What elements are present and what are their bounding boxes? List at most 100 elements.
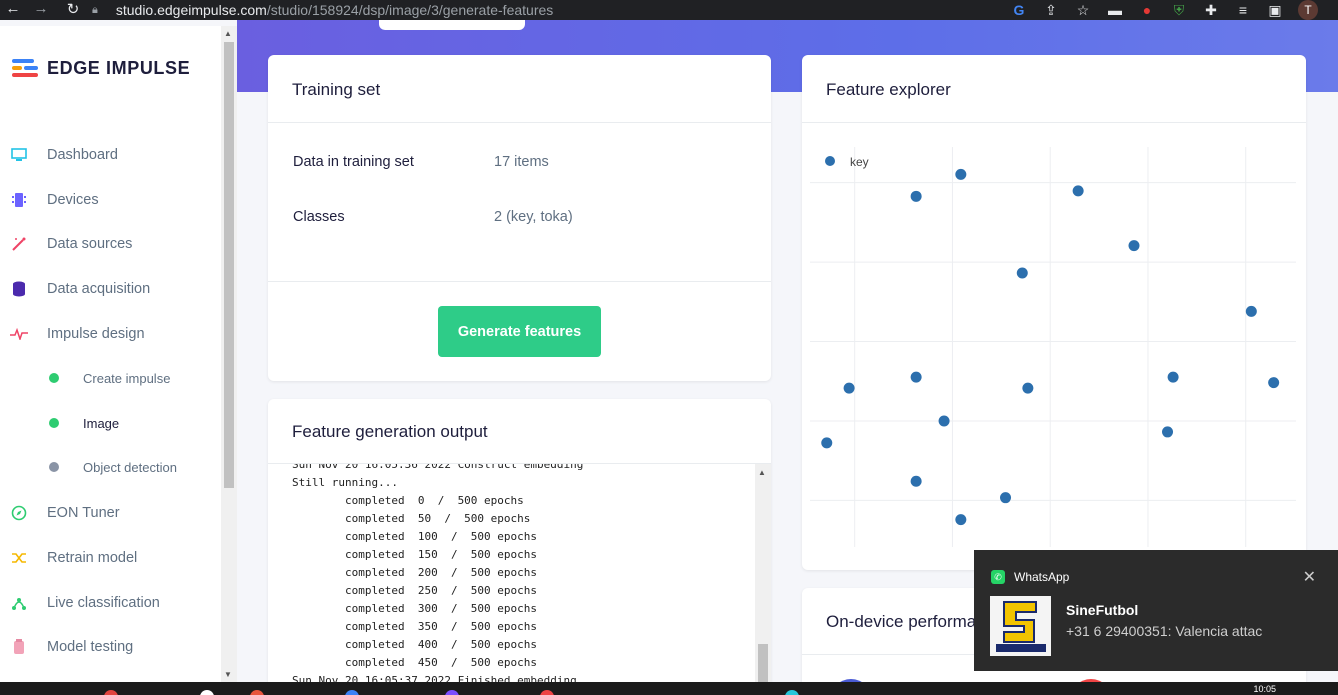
classes-value: 2 (key, toka) (494, 209, 573, 225)
scatter-point[interactable] (843, 382, 855, 394)
training-data-value: 17 items (494, 154, 549, 170)
divider (268, 122, 771, 123)
sidebar-item-devices[interactable]: Devices (0, 182, 221, 218)
url-host: studio.edgeimpulse.com (115, 2, 267, 18)
google-icon[interactable]: G (1010, 1, 1028, 19)
taskbar: 10:05 (0, 682, 1338, 695)
sidebar-item-label: Live classification (47, 595, 160, 611)
monitor-icon (10, 146, 28, 164)
scroll-up-icon[interactable]: ▲ (224, 29, 232, 38)
card-title: Training set (292, 80, 381, 99)
feature-explorer-card: Feature explorer key (802, 55, 1306, 570)
shuffle-icon (10, 549, 28, 567)
sidebar-item-label: Object detection (83, 459, 177, 475)
scatter-point[interactable] (1022, 382, 1034, 394)
sidebar-item-retrain-model[interactable]: Retrain model (0, 540, 221, 576)
sidebar-item-model-testing[interactable]: Model testing (0, 629, 221, 665)
taskbar-app-icon[interactable] (200, 690, 214, 695)
console-line: Sun Nov 20 16:05:37 2022 Finished embedd… (292, 674, 577, 682)
forward-icon[interactable]: → (28, 0, 54, 17)
console-line: completed 0 / 500 epochs (292, 494, 524, 507)
taskbar-app-icon[interactable] (785, 690, 799, 695)
taskbar-app-icon[interactable] (104, 690, 118, 695)
magic-wand-icon (10, 235, 28, 253)
sidebar-item-eon-tuner[interactable]: EON Tuner (0, 495, 221, 531)
console-line: completed 150 / 500 epochs (292, 548, 538, 561)
console-line: completed 250 / 500 epochs (292, 584, 538, 597)
mask-extension-icon[interactable]: ▬ (1106, 1, 1124, 19)
legend-label[interactable]: key (850, 155, 869, 169)
logo[interactable]: EDGE IMPULSE (12, 58, 190, 79)
sidebar-scrollbar[interactable]: ▲ ▼ (221, 26, 237, 682)
sidebar-item-data-acquisition[interactable]: Data acquisition (0, 271, 221, 307)
edge-impulse-logo-icon (12, 58, 40, 79)
console-line: completed 350 / 500 epochs (292, 620, 538, 633)
console-line: completed 300 / 500 epochs (292, 602, 538, 615)
hand-extension-icon[interactable]: ● (1138, 1, 1156, 19)
scatter-point[interactable] (1000, 492, 1012, 504)
console-output[interactable]: Sun Nov 20 16:05:36 2022 Construct embed… (268, 464, 755, 682)
taskbar-clock: 10:05 (1253, 684, 1276, 694)
sidebar-item-data-sources[interactable]: Data sources (0, 226, 221, 262)
taskbar-app-icon[interactable] (445, 690, 459, 695)
sidebar-item-create-impulse[interactable]: Create impulse (0, 360, 221, 396)
scatter-point[interactable] (955, 514, 967, 526)
address-bar[interactable]: 🔒︎ studio.edgeimpulse.com /studio/158924… (92, 0, 553, 20)
scatter-point[interactable] (1268, 377, 1280, 389)
notification-sender: SineFutbol (1066, 602, 1139, 618)
console-scroll-thumb[interactable] (758, 644, 768, 682)
scatter-point[interactable] (1128, 240, 1140, 252)
puzzle-icon[interactable]: ✚ (1202, 1, 1220, 19)
legend-marker (825, 156, 835, 166)
sidebar-scroll-thumb[interactable] (224, 42, 234, 488)
scatter-point[interactable] (955, 168, 967, 180)
console-line: completed 200 / 500 epochs (292, 566, 538, 579)
scatter-point[interactable] (1167, 371, 1179, 383)
taskbar-app-icon[interactable] (345, 690, 359, 695)
notification-message: +31 6 29400351: Valencia attack (1066, 623, 1262, 639)
sidebar-item-impulse-design[interactable]: Impulse design (0, 316, 221, 352)
nodes-icon (10, 594, 28, 612)
sidepanel-icon[interactable]: ▣ (1266, 1, 1284, 19)
sidebar: EDGE IMPULSE Dashboard Devices Data sour… (0, 26, 221, 682)
reload-icon[interactable]: ↻ (60, 0, 86, 18)
pulse-icon (10, 325, 28, 343)
taskbar-app-icon[interactable] (540, 690, 554, 695)
generate-features-button[interactable]: Generate features (438, 306, 601, 357)
scatter-point[interactable] (938, 415, 950, 427)
notification-toast[interactable]: ✆ WhatsApp ✕ SineFutbol +31 6 29400351: … (974, 550, 1338, 671)
url-path: /studio/158924/dsp/image/3/generate-feat… (266, 2, 554, 18)
sidebar-item-dashboard[interactable]: Dashboard (0, 137, 221, 173)
feature-scatter-plot[interactable]: key (802, 55, 1306, 570)
scroll-up-icon[interactable]: ▲ (758, 468, 766, 477)
notification-app-name: WhatsApp (1014, 570, 1070, 584)
scatter-point[interactable] (1072, 185, 1084, 197)
share-icon[interactable]: ⇪ (1042, 1, 1060, 19)
feature-output-card: Feature generation output Sun Nov 20 16:… (268, 399, 771, 682)
scatter-point[interactable] (821, 437, 833, 449)
sidebar-item-live-classification[interactable]: Live classification (0, 585, 221, 621)
scatter-point[interactable] (1162, 426, 1174, 438)
console-line: completed 450 / 500 epochs (292, 656, 538, 669)
taskbar-app-icon[interactable] (250, 690, 264, 695)
profile-avatar[interactable]: T (1298, 0, 1318, 20)
back-icon[interactable]: ← (0, 0, 26, 17)
status-dot-icon (49, 373, 59, 383)
close-icon[interactable]: ✕ (1303, 567, 1316, 587)
sidebar-item-label: Model testing (47, 639, 134, 655)
sidebar-item-object-detection[interactable]: Object detection (0, 449, 221, 485)
playlist-icon[interactable]: ≡ (1234, 1, 1252, 19)
shield-extension-icon[interactable]: ⛨ (1170, 1, 1188, 19)
header-tab[interactable] (379, 20, 525, 30)
star-icon[interactable]: ☆ (1074, 1, 1092, 19)
chip-icon (10, 191, 28, 209)
scatter-point[interactable] (910, 371, 922, 383)
sidebar-item-image[interactable]: Image (0, 405, 221, 441)
scatter-point[interactable] (1245, 305, 1257, 317)
scatter-point[interactable] (910, 190, 922, 202)
scroll-down-icon[interactable]: ▼ (224, 670, 232, 679)
console-line: Still running... (292, 476, 398, 489)
scatter-point[interactable] (910, 475, 922, 487)
console-scrollbar[interactable]: ▲ (755, 464, 771, 682)
scatter-point[interactable] (1016, 267, 1028, 279)
